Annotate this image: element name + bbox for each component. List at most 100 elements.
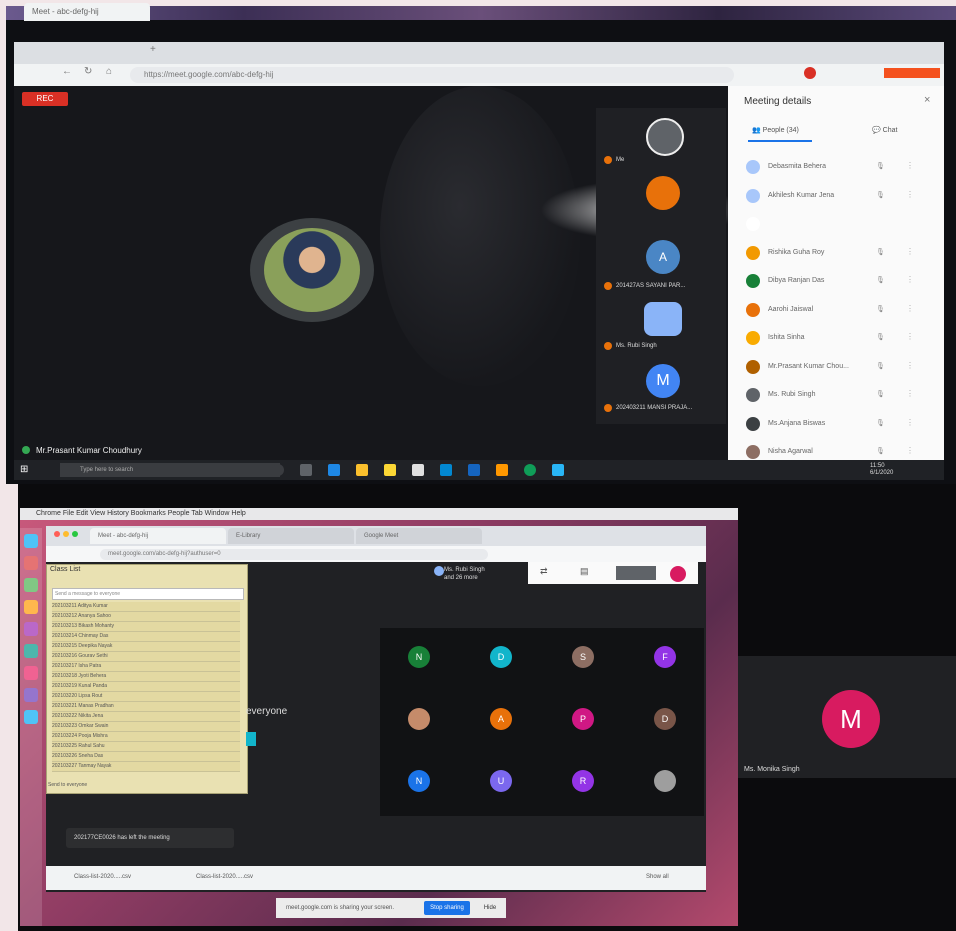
- downloads-bar: [46, 866, 706, 890]
- layout-icon[interactable]: ⇄: [540, 566, 548, 577]
- home-icon[interactable]: ⌂: [106, 66, 112, 77]
- app-icon[interactable]: [468, 464, 480, 476]
- mic-icon[interactable]: 🎙: [876, 419, 885, 427]
- mic-icon[interactable]: 🎙: [876, 162, 885, 170]
- participant-grid-avatar: N: [408, 646, 430, 668]
- class-list-row[interactable]: 202103214 Chinmay Das: [52, 632, 240, 642]
- taskbar-clock: 11:50 6/1/2020: [870, 463, 894, 476]
- tab-people-label: People (34): [762, 127, 799, 134]
- app-icon[interactable]: [24, 666, 38, 680]
- download-item-2[interactable]: Class-list-2020.....csv: [196, 874, 253, 880]
- more-options-icon[interactable]: ⋮: [906, 418, 914, 427]
- more-options-icon[interactable]: ⋮: [906, 161, 914, 170]
- app-icon[interactable]: [24, 578, 38, 592]
- more-options-icon[interactable]: ⋮: [906, 389, 914, 398]
- mic-icon[interactable]: 🎙: [876, 191, 885, 199]
- more-options-icon[interactable]: ⋮: [906, 190, 914, 199]
- extension-icon[interactable]: [804, 67, 816, 79]
- chat-input[interactable]: Send a message to everyone: [52, 588, 244, 600]
- more-options-icon[interactable]: ⋮: [906, 247, 914, 256]
- class-list-row[interactable]: 202103220 Lipsa Rout: [52, 692, 240, 702]
- participant-name: Rishika Guha Roy: [768, 248, 825, 256]
- back-icon[interactable]: ←: [62, 66, 72, 77]
- class-list-row[interactable]: 202103212 Ananya Sahoo: [52, 612, 240, 622]
- folder-icon[interactable]: [384, 464, 396, 476]
- class-list-row[interactable]: 202103211 Aditya Kumar: [52, 602, 240, 612]
- more-options-icon[interactable]: ⋮: [906, 275, 914, 284]
- class-list-row[interactable]: 202103213 Bikash Mohanty: [52, 622, 240, 632]
- windows-start-icon[interactable]: ⊞: [20, 463, 34, 477]
- stop-sharing-button[interactable]: Stop sharing: [424, 901, 470, 915]
- show-all-link[interactable]: Show all: [646, 874, 669, 880]
- browser-tab-2[interactable]: E-Library: [228, 528, 354, 544]
- participant-avatar: [746, 302, 760, 317]
- app2-icon[interactable]: [552, 464, 564, 476]
- task-view-icon[interactable]: [300, 464, 312, 476]
- vlc-icon[interactable]: [496, 464, 508, 476]
- store-icon[interactable]: [412, 464, 424, 476]
- class-list-row[interactable]: 202103225 Rahul Sahu: [52, 742, 240, 752]
- class-list-row[interactable]: 202103224 Pooja Mishra: [52, 732, 240, 742]
- more-options-icon[interactable]: ⋮: [906, 304, 914, 313]
- mail-icon[interactable]: [440, 464, 452, 476]
- more-options-icon[interactable]: ⋮: [906, 332, 914, 341]
- cortana-icon[interactable]: [272, 464, 284, 476]
- zoom-window-icon[interactable]: [72, 531, 78, 537]
- mic-icon[interactable]: 🎙: [876, 276, 885, 284]
- app-icon[interactable]: [24, 710, 38, 724]
- mic-icon[interactable]: 🎙: [876, 362, 885, 370]
- more-options-icon[interactable]: ⋮: [906, 446, 914, 455]
- app-icon[interactable]: [24, 556, 38, 570]
- mac-menu-items[interactable]: Chrome File Edit View History Bookmarks …: [20, 510, 246, 517]
- explorer-icon[interactable]: [356, 464, 368, 476]
- class-list-row[interactable]: 202103223 Omkar Swain: [52, 722, 240, 732]
- tile-label-4: Ms. Rubi Singh: [616, 343, 657, 349]
- app-icon[interactable]: [24, 600, 38, 614]
- profile-icon[interactable]: [670, 566, 686, 582]
- url-field[interactable]: meet.google.com/abc-defg-hij?authuser=0: [100, 549, 488, 560]
- tab-chat[interactable]: 💬 Chat: [872, 126, 897, 134]
- self-view-thumbnail[interactable]: [616, 566, 656, 580]
- mac-menubar: Chrome File Edit View History Bookmarks …: [20, 508, 738, 520]
- browser-tab-meet[interactable]: Meet - abc-defg-hij: [24, 3, 150, 21]
- mic-icon[interactable]: 🎙: [876, 248, 885, 256]
- url-field[interactable]: https://meet.google.com/abc-defg-hij: [130, 67, 734, 83]
- finder-icon[interactable]: [24, 534, 38, 548]
- class-list-row[interactable]: 202103222 Nikita Jena: [52, 712, 240, 722]
- mic-icon[interactable]: 🎙: [876, 305, 885, 313]
- class-list-row[interactable]: 202103221 Manas Pradhan: [52, 702, 240, 712]
- tab-people[interactable]: 👥 People (34): [752, 126, 799, 134]
- class-list-row[interactable]: 202103227 Tanmay Nayak: [52, 762, 240, 772]
- browser-tab-meet[interactable]: Meet - abc-defg-hij: [90, 528, 226, 544]
- taskbar-search[interactable]: Type here to search: [60, 463, 280, 477]
- app-icon[interactable]: [24, 688, 38, 702]
- close-icon[interactable]: ×: [924, 94, 930, 106]
- class-list-row[interactable]: 202103217 Isha Patra: [52, 662, 240, 672]
- mic-icon[interactable]: 🎙: [876, 390, 885, 398]
- mic-icon[interactable]: 🎙: [876, 447, 885, 455]
- app-icon[interactable]: [24, 622, 38, 636]
- mic-icon[interactable]: 🎙: [876, 333, 885, 341]
- class-list-row[interactable]: 202103226 Sneha Das: [52, 752, 240, 762]
- close-window-icon[interactable]: [54, 531, 60, 537]
- chrome-icon[interactable]: [524, 464, 536, 476]
- everyone-text: everyone: [246, 706, 288, 717]
- reload-icon[interactable]: ↻: [84, 66, 92, 77]
- more-options-icon[interactable]: ⋮: [906, 361, 914, 370]
- minimize-window-icon[interactable]: [63, 531, 69, 537]
- class-list-row[interactable]: 202103219 Kunal Panda: [52, 682, 240, 692]
- chat-footer: Send to everyone: [48, 782, 88, 788]
- browser-tab-3[interactable]: Google Meet: [356, 528, 482, 544]
- class-list-row[interactable]: 202103216 Gourav Sethi: [52, 652, 240, 662]
- class-list-row[interactable]: 202103215 Deepika Nayak: [52, 642, 240, 652]
- app-icon[interactable]: [24, 644, 38, 658]
- download-item-1[interactable]: Class-list-2020.....csv: [74, 874, 131, 880]
- taskbar-search-text: Type here to search: [80, 467, 134, 473]
- class-list-row[interactable]: 202103218 Jyoti Behera: [52, 672, 240, 682]
- captions-icon[interactable]: ▤: [580, 566, 589, 577]
- edge-icon[interactable]: [328, 464, 340, 476]
- tile-avatar-4: [644, 302, 682, 336]
- new-tab-icon[interactable]: +: [150, 44, 156, 55]
- profile-accent[interactable]: [884, 68, 940, 78]
- hide-button[interactable]: Hide: [476, 901, 504, 915]
